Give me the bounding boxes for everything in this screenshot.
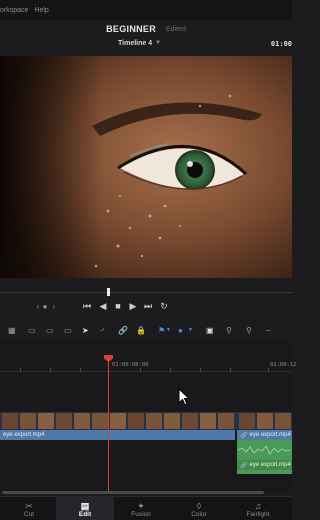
edit-toolbar: ▦ ▭ ▭ ▭ ➤ ⌏ 🔗 🔒 ⚑ ▼ ● ▼ ▣ ⚲ ⚲ − [0, 322, 292, 338]
position-lock-icon[interactable]: 🔒 [136, 324, 146, 336]
audio-waveform [238, 445, 291, 455]
page-tab-color[interactable]: ◊ Color [170, 497, 228, 520]
link-icon: 🔗 [240, 462, 248, 469]
clip-label: eye export.mp4 [249, 432, 291, 438]
chevron-down-icon[interactable]: ▼ [155, 40, 161, 46]
marker-icon[interactable]: ● [178, 324, 183, 336]
mouse-cursor-icon [178, 388, 191, 406]
viewer-frame-image [0, 56, 292, 278]
clip-thumbnail [257, 413, 273, 429]
timeline-options-icon[interactable]: ▦ [8, 324, 16, 336]
custom-zoom-icon[interactable]: ⚲ [246, 324, 252, 336]
transport-controls: ‹ ● › ⏮ ◀ ■ ▶ ⏭ ↻ [0, 298, 292, 314]
loop-icon[interactable]: ↻ [157, 298, 171, 314]
video-viewer[interactable] [0, 56, 292, 278]
ruler-tick [230, 368, 231, 372]
page-tab-fusion[interactable]: ✦ Fusion [112, 497, 170, 520]
detail-zoom-icon[interactable]: ⚲ [226, 324, 232, 336]
play-reverse-icon[interactable]: ◀ [96, 298, 110, 314]
ruler-tick [20, 368, 21, 372]
video-clip-2[interactable]: 🔗 eye export.mp4 [237, 430, 292, 440]
flag-icon[interactable]: ⚑ [158, 324, 165, 336]
overwrite-clip-icon[interactable]: ▭ [46, 324, 54, 336]
project-title-bar: BEGINNER Edited [0, 20, 292, 38]
page-tab-label: Fusion [131, 510, 151, 518]
replace-clip-icon[interactable]: ▭ [64, 324, 72, 336]
ruler-tick [50, 368, 51, 372]
clip-thumbnail [182, 413, 198, 429]
zoom-out-icon[interactable]: − [266, 324, 271, 336]
full-extent-zoom-icon[interactable]: ▣ [206, 324, 214, 336]
scrollbar-thumb[interactable] [2, 491, 264, 494]
clip-thumbnail [128, 413, 144, 429]
scrubber-handle[interactable] [107, 288, 110, 296]
ruler-timecode-1: 01:00:08:00 [112, 362, 149, 368]
viewer-timecode: 01:00 [270, 40, 292, 48]
clip-thumbnail [275, 413, 291, 429]
project-status: Edited [166, 25, 186, 33]
playhead-line[interactable] [108, 358, 109, 492]
link-icon: 🔗 [240, 432, 248, 439]
go-to-end-icon[interactable]: ⏭ [141, 298, 155, 314]
video-track-thumbnails[interactable] [0, 412, 292, 430]
timeline-scrollbar[interactable] [0, 491, 292, 495]
clip-thumbnail [38, 413, 54, 429]
clip-label: eye export.mp4 [3, 432, 45, 438]
page-tab-edit[interactable]: ▤ Edit [56, 497, 114, 520]
clip-thumbnail [74, 413, 90, 429]
menu-item-workspace[interactable]: orkspace [0, 7, 28, 14]
ruler-tick [80, 368, 81, 372]
ruler-tick [170, 368, 171, 372]
clip-thumbnail [164, 413, 180, 429]
menu-item-help[interactable]: Help [34, 7, 48, 14]
ruler-tick [268, 368, 269, 372]
page-tab-label: Fairlight [246, 510, 270, 518]
flag-dropdown-icon[interactable]: ▼ [166, 324, 171, 336]
clip-thumbnail [56, 413, 72, 429]
clip-thumbnail [2, 413, 18, 429]
clip-thumbnail [110, 413, 126, 429]
linked-selection-icon[interactable]: 🔗 [118, 324, 128, 336]
snapping-icon[interactable]: ⌏ [100, 324, 106, 336]
timeline-selector[interactable]: Timeline 4 [118, 40, 152, 47]
menu-bar: orkspace Help [0, 0, 292, 20]
timeline-panel[interactable]: 01:00:08:00 01:00:12 eye export.mp4 🔗 ey… [0, 340, 297, 492]
ruler-tick [200, 368, 201, 372]
video-clip-1[interactable]: eye export.mp4 [0, 430, 236, 440]
insert-clip-icon[interactable]: ▭ [28, 324, 36, 336]
ruler-tick [140, 368, 141, 372]
project-title: BEGINNER [106, 24, 157, 34]
ruler-timecode-2: 01:00:12 [270, 362, 297, 368]
page-navigation: ✂ Cut ▤ Edit ✦ Fusion ◊ Color ♫ Fairligh… [0, 496, 292, 520]
viewer-header: Timeline 4 ▼ 01:00 [0, 38, 292, 52]
page-tab-cut[interactable]: ✂ Cut [0, 497, 58, 520]
marker-dropdown-icon[interactable]: ▼ [188, 324, 193, 336]
clip-thumbnail [146, 413, 162, 429]
cut-page-icon: ✂ [25, 500, 33, 511]
page-tab-fairlight[interactable]: ♫ Fairlight [228, 497, 288, 520]
timeline-ruler[interactable]: 01:00:08:00 01:00:12 [0, 358, 297, 372]
clip-thumbnail [20, 413, 36, 429]
page-tab-label: Cut [23, 510, 35, 518]
stop-icon[interactable]: ■ [111, 298, 125, 314]
page-tab-label: Edit [78, 510, 92, 518]
selection-tool-icon[interactable]: ➤ [82, 324, 89, 336]
go-to-start-icon[interactable]: ⏮ [80, 298, 94, 314]
clip-thumbnail [92, 413, 108, 429]
clip-thumbnail [200, 413, 216, 429]
audio-clip-label-bar: 🔗 eye export.mp4 [237, 460, 292, 470]
clip-thumbnail [218, 413, 234, 429]
color-page-icon: ◊ [196, 500, 202, 511]
fairlight-page-icon: ♫ [254, 500, 262, 511]
page-tab-label: Color [191, 510, 207, 518]
edit-page-icon: ▤ [80, 500, 90, 511]
fusion-page-icon: ✦ [137, 500, 145, 511]
clip-thumbnail [239, 413, 255, 429]
scrubber-track [0, 292, 292, 293]
clip-label: eye export.mp4 [249, 462, 291, 468]
play-icon[interactable]: ▶ [126, 298, 140, 314]
jog-right-icon[interactable]: › [48, 298, 60, 314]
